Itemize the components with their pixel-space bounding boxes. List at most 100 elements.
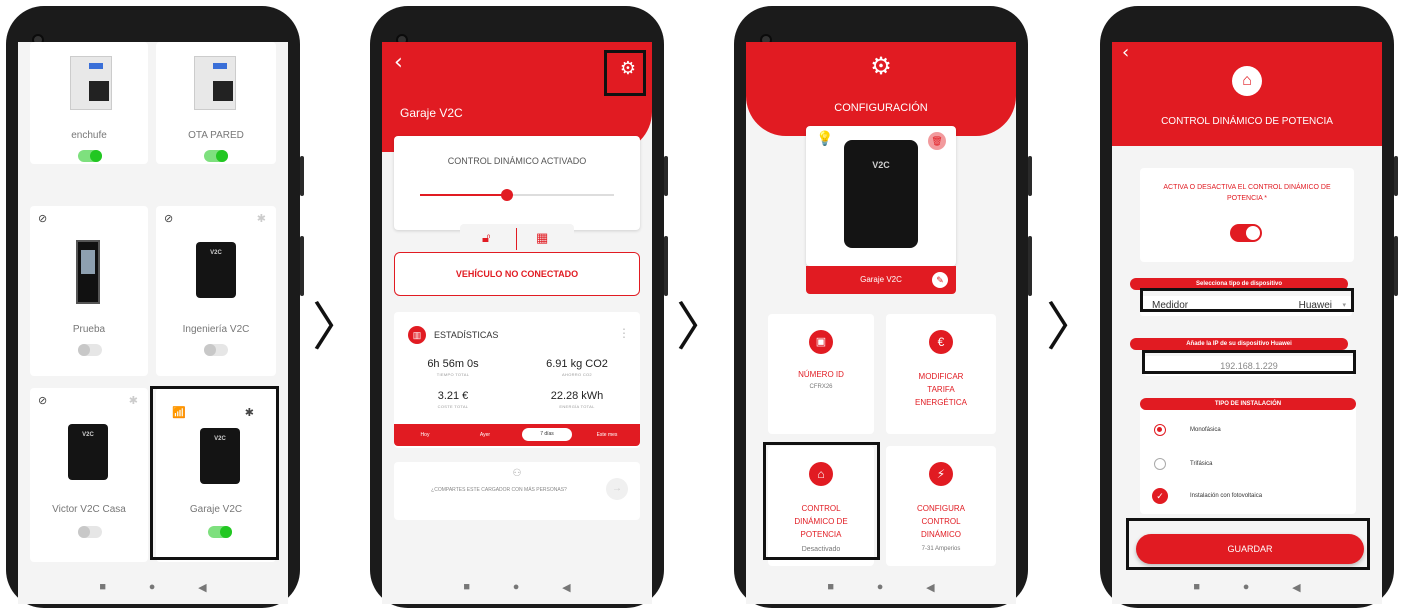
action-tab-strip: 🔓︎ ▦ — [460, 224, 574, 254]
step-arrow-icon: 〉 — [676, 298, 729, 358]
phone-frame-2: ‹ ⚙ Garaje V2C CONTROL DINÁMICO ACTIVADO… — [370, 6, 668, 608]
radio-monofasica[interactable] — [1154, 424, 1166, 436]
back-icon[interactable]: ◀ — [198, 581, 206, 594]
highlight-box — [1140, 288, 1354, 312]
back-icon[interactable]: ‹ — [1122, 42, 1129, 63]
home-icon[interactable]: ● — [1243, 581, 1250, 593]
share-arrow-icon[interactable]: → — [606, 478, 628, 500]
share-text: ¿COMPARTES ESTE CARGADOR CON MÁS PERSONA… — [431, 487, 567, 493]
tile-configura-control[interactable]: ⚡︎ CONFIGURA CONTROL DINÁMICO 7-31 Amper… — [886, 446, 996, 566]
option-label: Trifásica — [1190, 461, 1213, 467]
people-icon: ⚇ — [512, 468, 522, 479]
device-name: Ingeniería V2C — [182, 324, 250, 335]
dynamic-control-title: CONTROL DINÁMICO ACTIVADO — [447, 156, 587, 166]
charger-card: 💡 🗑︎ V2C — [806, 126, 956, 266]
period-tab-bar: Hoy Ayer 7 días Este mes — [394, 424, 640, 446]
charger-name-bar[interactable]: Garaje V2C ✎ — [806, 266, 956, 294]
back-icon[interactable]: ◀ — [1292, 581, 1300, 594]
device-name: Victor V2C Casa — [52, 504, 126, 515]
tile-subtitle: 7-31 Amperios — [921, 546, 961, 552]
checkbox-fotovoltaica[interactable]: ✓ — [1152, 488, 1168, 504]
recent-apps-icon[interactable]: ■ — [99, 581, 106, 593]
device-toggle[interactable] — [78, 150, 102, 162]
tile-subtitle: CFRX26 — [809, 384, 833, 390]
power-key — [300, 236, 304, 296]
tab-hoy[interactable]: Hoy — [400, 432, 450, 438]
step-arrow-icon: 〉 — [312, 298, 365, 358]
device-card-victor[interactable]: ⊘ ✱ V2C Victor V2C Casa — [30, 388, 148, 562]
tile-numero-id[interactable]: ▣ NÚMERO ID CFRX26 — [768, 314, 874, 434]
system-nav-bar: ■ ● ◀ — [18, 570, 288, 604]
tile-modificar-tarifa[interactable]: € MODIFICAR TARIFA ENERGÉTICA — [886, 314, 996, 434]
power-slider-knob[interactable] — [501, 189, 514, 201]
volume-key — [1394, 156, 1398, 196]
radio-trifasica[interactable] — [1154, 458, 1166, 470]
back-icon[interactable]: ◀ — [926, 581, 934, 594]
charger-photo: V2C — [196, 242, 236, 298]
option-label: Instalación con fotovoltaica — [1190, 493, 1263, 499]
edit-icon[interactable]: ✎ — [932, 272, 948, 288]
no-wifi-icon: ⊘ — [38, 395, 48, 407]
stat-label: COSTE TOTAL — [437, 404, 469, 409]
device-card-enchufe[interactable]: enchufe — [30, 42, 148, 164]
tab-7-dias[interactable]: 7 días — [522, 428, 572, 441]
stat-total-energy: 22.28 kWh — [550, 390, 604, 402]
device-card-prueba[interactable]: ⊘ Prueba — [30, 206, 148, 376]
stat-total-cost: 3.21 € — [437, 390, 469, 402]
tile-title: CONFIGURA CONTROL DINÁMICO — [917, 504, 965, 539]
back-icon[interactable]: ◀ — [562, 581, 570, 594]
vehicle-status-text: VEHÍCULO NO CONECTADO — [455, 269, 579, 279]
home-icon[interactable]: ● — [877, 581, 884, 593]
tab-este-mes[interactable]: Este mes — [582, 432, 632, 438]
device-card-ota-pared[interactable]: OTA PARED — [156, 42, 276, 164]
no-wifi-icon: ⊘ — [38, 213, 48, 225]
lightning-icon: ⚡︎ — [929, 462, 953, 486]
device-toggle[interactable] — [204, 344, 228, 356]
toggle-card: ACTIVA O DESACTIVA EL CONTROL DINÁMICO D… — [1140, 168, 1354, 262]
lightbulb-icon[interactable]: 💡 — [816, 130, 833, 147]
recent-apps-icon[interactable]: ■ — [1193, 581, 1200, 593]
charger-photo: V2C — [68, 424, 108, 480]
stats-icon: ▥ — [408, 326, 426, 344]
more-options-icon[interactable]: ⋮ — [618, 326, 630, 340]
share-card[interactable]: ⚇ ¿COMPARTES ESTE CARGADOR CON MÁS PERSO… — [394, 462, 640, 520]
power-control-toggle[interactable] — [1230, 224, 1262, 242]
home-icon[interactable]: ● — [149, 581, 156, 593]
stat-label: ENERGÍA TOTAL — [559, 404, 595, 409]
euro-icon: € — [929, 330, 953, 354]
highlight-box — [604, 50, 646, 96]
unlock-icon[interactable]: 🔓︎ — [482, 230, 490, 246]
recent-apps-icon[interactable]: ■ — [463, 581, 470, 593]
id-card-icon: ▣ — [809, 330, 833, 354]
volume-key — [300, 156, 304, 196]
calendar-icon[interactable]: ▦ — [536, 230, 548, 246]
system-nav-bar: ■ ● ◀ — [1112, 570, 1382, 604]
device-toggle[interactable] — [204, 150, 228, 162]
home-badge-icon: ⌂ — [1232, 66, 1262, 96]
system-nav-bar: ■ ● ◀ — [746, 570, 1016, 604]
device-toggle[interactable] — [78, 526, 102, 538]
vehicle-status-box: VEHÍCULO NO CONECTADO — [394, 252, 640, 296]
back-icon[interactable]: ‹ — [394, 50, 403, 75]
stat-label: AHORRO CO2 — [562, 372, 592, 377]
recent-apps-icon[interactable]: ■ — [827, 581, 834, 593]
system-nav-bar: ■ ● ◀ — [382, 570, 652, 604]
step-arrow-icon: 〉 — [1046, 298, 1099, 358]
device-name: enchufe — [71, 130, 107, 141]
settings-gear-icon: ⚙ — [870, 53, 892, 80]
screen-charger-detail: ‹ ⚙ Garaje V2C CONTROL DINÁMICO ACTIVADO… — [382, 42, 652, 570]
device-toggle[interactable] — [78, 344, 102, 356]
highlight-box — [763, 442, 880, 560]
divider — [516, 228, 517, 250]
delete-icon[interactable]: 🗑︎ — [928, 132, 946, 150]
home-icon[interactable]: ● — [513, 581, 520, 593]
stats-title: ESTADÍSTICAS — [434, 330, 499, 340]
bluetooth-icon: ✱ — [128, 395, 138, 407]
charger-title: Garaje V2C — [400, 106, 463, 120]
charger-photo — [76, 240, 100, 304]
device-card-ingenieria[interactable]: ⊘ ✱ V2C Ingeniería V2C — [156, 206, 276, 376]
power-key — [1028, 236, 1032, 296]
tab-ayer[interactable]: Ayer — [460, 432, 510, 438]
install-type-card: TIPO DE INSTALACIÓN Monofásica Trifásica… — [1140, 398, 1356, 514]
header-title: CONTROL DINÁMICO DE POTENCIA — [1161, 116, 1333, 127]
